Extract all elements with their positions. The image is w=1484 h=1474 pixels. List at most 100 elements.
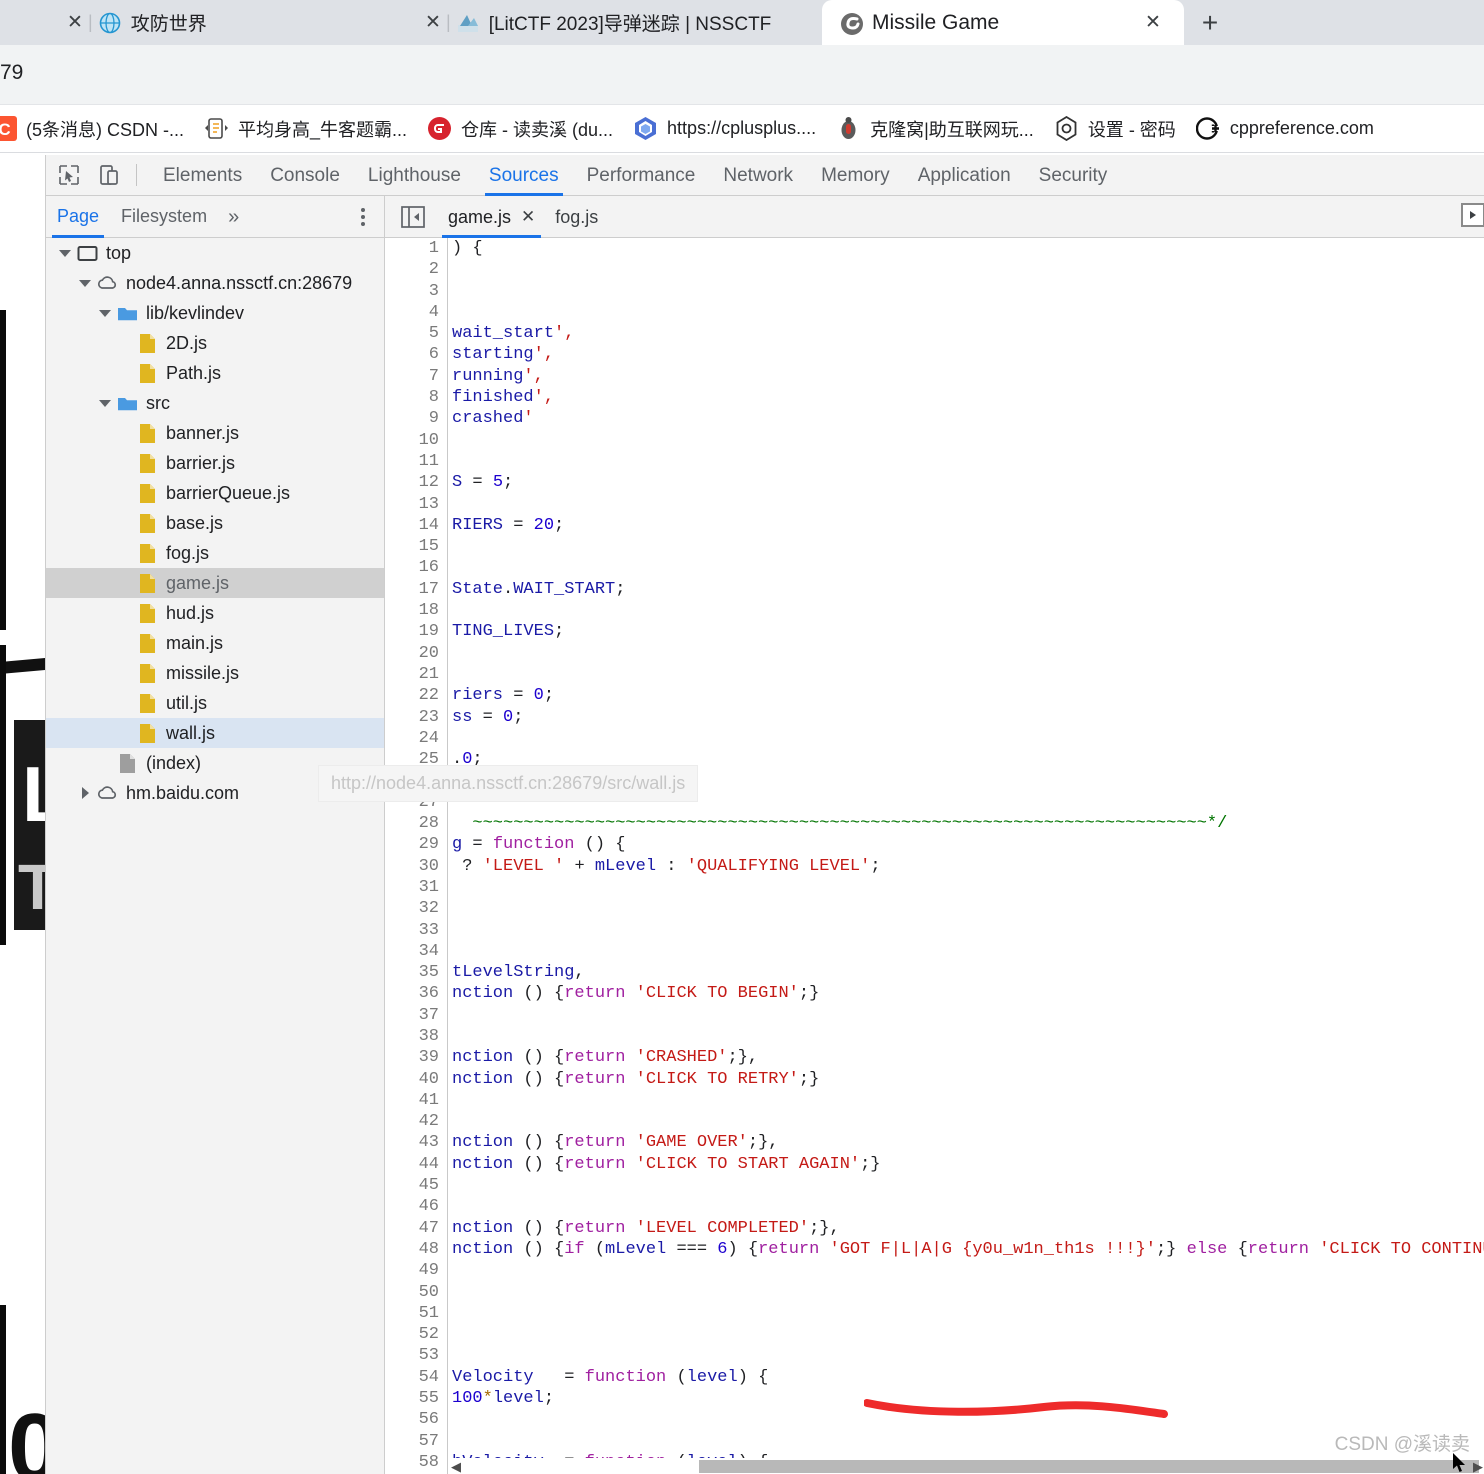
line-number[interactable]: 38 <box>386 1026 447 1047</box>
code-line[interactable] <box>449 728 1484 749</box>
line-number[interactable]: 35 <box>386 962 447 983</box>
collapse-sidebar-icon[interactable] <box>400 205 426 229</box>
line-number[interactable]: 52 <box>386 1324 447 1345</box>
devtools-tab-security[interactable]: Security <box>1025 155 1122 196</box>
line-number[interactable]: 4 <box>386 302 447 323</box>
devtools-tab-sources[interactable]: Sources <box>475 155 573 196</box>
code-line[interactable] <box>449 557 1484 578</box>
tree-item-barrier-js[interactable]: barrier.js <box>46 448 384 478</box>
code-line[interactable]: ss = 0; <box>449 707 1484 728</box>
line-number[interactable]: 14 <box>386 515 447 536</box>
chevron-down-icon[interactable] <box>76 274 94 292</box>
code-line[interactable]: wait_start', <box>449 323 1484 344</box>
tree-item-missile-js[interactable]: missile.js <box>46 658 384 688</box>
code-line[interactable]: RIERS = 20; <box>449 515 1484 536</box>
tree-item-barrierqueue-js[interactable]: barrierQueue.js <box>46 478 384 508</box>
line-number[interactable]: 29 <box>386 834 447 855</box>
line-number[interactable]: 18 <box>386 600 447 621</box>
tree-item-base-js[interactable]: base.js <box>46 508 384 538</box>
line-number[interactable]: 53 <box>386 1345 447 1366</box>
line-number[interactable]: 6 <box>386 344 447 365</box>
line-number[interactable]: 36 <box>386 983 447 1004</box>
line-number[interactable]: 24 <box>386 728 447 749</box>
code-line[interactable] <box>449 302 1484 323</box>
chevron-down-icon[interactable] <box>96 394 114 412</box>
tree-item-top[interactable]: top <box>46 238 384 268</box>
code-line[interactable]: State.WAIT_START; <box>449 579 1484 600</box>
bookmark-gitee[interactable]: 仓库 - 读卖溪 (du... <box>427 116 613 142</box>
line-number[interactable]: 51 <box>386 1303 447 1324</box>
line-number[interactable]: 56 <box>386 1409 447 1430</box>
line-number[interactable]: 1 <box>386 238 447 259</box>
code-line[interactable] <box>449 494 1484 515</box>
line-number[interactable]: 33 <box>386 920 447 941</box>
line-number[interactable]: 50 <box>386 1282 447 1303</box>
code-line[interactable]: S = 5; <box>449 472 1484 493</box>
inspect-cursor-icon[interactable] <box>52 158 86 192</box>
code-line[interactable] <box>449 1196 1484 1217</box>
line-number[interactable]: 9 <box>386 408 447 429</box>
code-line[interactable] <box>449 664 1484 685</box>
tree-item-main-js[interactable]: main.js <box>46 628 384 658</box>
code-line[interactable] <box>449 1303 1484 1324</box>
code-line[interactable] <box>449 600 1484 621</box>
code-line[interactable]: nction () {return 'GAME OVER';}, <box>449 1132 1484 1153</box>
line-number[interactable]: 30 <box>386 856 447 877</box>
code-line[interactable]: tLevelString, <box>449 962 1484 983</box>
show-navigator-icon[interactable] <box>1461 203 1484 227</box>
line-number[interactable]: 34 <box>386 941 447 962</box>
scroll-left-arrow-icon[interactable]: ◀ <box>451 1459 461 1474</box>
device-toolbar-icon[interactable] <box>92 158 126 192</box>
line-number[interactable]: 54 <box>386 1367 447 1388</box>
code-line[interactable]: nction () {return 'CLICK TO RETRY';} <box>449 1069 1484 1090</box>
line-number[interactable]: 8 <box>386 387 447 408</box>
code-line[interactable] <box>449 259 1484 280</box>
code-line[interactable]: 100*level; <box>449 1388 1484 1409</box>
navigator-more-icon[interactable]: » <box>218 206 249 229</box>
tree-item-hud-js[interactable]: hud.js <box>46 598 384 628</box>
code-line[interactable] <box>449 1345 1484 1366</box>
code-line[interactable]: ) { <box>449 238 1484 259</box>
line-number[interactable]: 58 <box>386 1452 447 1473</box>
line-number[interactable]: 20 <box>386 643 447 664</box>
scroll-right-arrow-icon[interactable]: ▶ <box>1473 1459 1483 1474</box>
horizontal-scrollbar[interactable]: ◀ ▶ <box>449 1458 1484 1474</box>
line-number[interactable]: 37 <box>386 1005 447 1026</box>
line-number[interactable]: 45 <box>386 1175 447 1196</box>
editor-tab-game-js[interactable]: game.js ✕ <box>438 196 545 238</box>
code-line[interactable]: running', <box>449 366 1484 387</box>
chevron-down-icon[interactable] <box>56 244 74 262</box>
line-number[interactable]: 22 <box>386 685 447 706</box>
navigator-tab-filesystem[interactable]: Filesystem <box>110 196 218 238</box>
line-number[interactable]: 12 <box>386 472 447 493</box>
tab-close-icon[interactable]: ✕ <box>62 11 88 34</box>
code-line[interactable]: ? 'LEVEL ' + mLevel : 'QUALIFYING LEVEL'… <box>449 856 1484 877</box>
line-number[interactable]: 7 <box>386 366 447 387</box>
code-line[interactable] <box>449 877 1484 898</box>
tree-item-util-js[interactable]: util.js <box>46 688 384 718</box>
code-line[interactable]: crashed' <box>449 408 1484 429</box>
line-number[interactable]: 28 <box>386 813 447 834</box>
navigator-kebab-icon[interactable] <box>350 204 376 230</box>
code-line[interactable]: nction () {return 'CLICK TO START AGAIN'… <box>449 1154 1484 1175</box>
line-number[interactable]: 42 <box>386 1111 447 1132</box>
code-line[interactable]: nction () {return 'LEVEL COMPLETED';}, <box>449 1218 1484 1239</box>
tree-item-banner-js[interactable]: banner.js <box>46 418 384 448</box>
devtools-tab-console[interactable]: Console <box>256 155 354 196</box>
code-line[interactable] <box>449 643 1484 664</box>
line-number[interactable]: 46 <box>386 1196 447 1217</box>
line-number[interactable]: 17 <box>386 579 447 600</box>
bookmark-settings[interactable]: 设置 - 密码 <box>1054 115 1176 142</box>
code-line[interactable]: finished', <box>449 387 1484 408</box>
browser-tab-1[interactable]: ✕ | 攻防世界 <box>62 0 382 45</box>
code-line[interactable]: starting', <box>449 344 1484 365</box>
devtools-tab-elements[interactable]: Elements <box>149 155 256 196</box>
browser-tab-3[interactable]: Missile Game ✕ <box>822 0 1184 45</box>
tree-item-src[interactable]: src <box>46 388 384 418</box>
devtools-tab-performance[interactable]: Performance <box>573 155 710 196</box>
line-number[interactable]: 19 <box>386 621 447 642</box>
code-line[interactable]: g = function () { <box>449 834 1484 855</box>
code-line[interactable] <box>449 1324 1484 1345</box>
line-number[interactable]: 2 <box>386 259 447 280</box>
code-line[interactable]: riers = 0; <box>449 685 1484 706</box>
